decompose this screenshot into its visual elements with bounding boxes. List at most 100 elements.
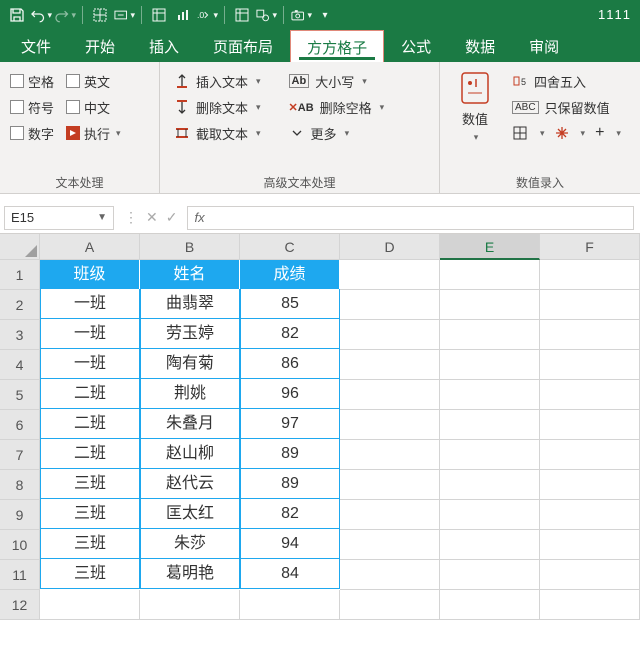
chart-icon[interactable] <box>172 4 194 26</box>
cell-B7[interactable]: 赵山柳 <box>140 439 240 469</box>
cell-C8[interactable]: 89 <box>240 469 340 499</box>
row-header-1[interactable]: 1 <box>0 260 40 290</box>
col-header-E[interactable]: E <box>440 234 540 260</box>
cell-C12[interactable] <box>240 590 340 620</box>
cmd-round[interactable]: 5 四舍五入 <box>508 68 625 94</box>
row-header-3[interactable]: 3 <box>0 320 40 350</box>
cell-C2[interactable]: 85 <box>240 289 340 319</box>
cell-B12[interactable] <box>140 590 240 620</box>
cell-D10[interactable] <box>340 530 440 560</box>
cell-B3[interactable]: 劳玉婷 <box>140 319 240 349</box>
decimal-icon[interactable]: .0▾ <box>196 4 218 26</box>
check-chinese[interactable]: 中文 <box>66 94 121 120</box>
col-header-F[interactable]: F <box>540 234 640 260</box>
format-table-icon[interactable] <box>148 4 170 26</box>
cell-A5[interactable]: 二班 <box>40 379 140 409</box>
cell-A3[interactable]: 一班 <box>40 319 140 349</box>
cmd-delete-space[interactable]: ✕AB 删除空格▾ <box>285 94 389 120</box>
cell-E4[interactable] <box>440 350 540 380</box>
asterisk-icon[interactable] <box>555 126 569 140</box>
btn-num-value[interactable]: 数值 ▾ <box>450 68 500 146</box>
tab-formulas[interactable]: 公式 <box>384 30 448 62</box>
cell-A4[interactable]: 一班 <box>40 349 140 379</box>
freeze-icon[interactable] <box>231 4 253 26</box>
dots-icon[interactable]: ⋮ <box>124 209 138 226</box>
cell-E6[interactable] <box>440 410 540 440</box>
cmd-cut-text[interactable]: 截取文本▾ <box>170 120 265 146</box>
row-header-6[interactable]: 6 <box>0 410 40 440</box>
cell-D3[interactable] <box>340 320 440 350</box>
cell-F11[interactable] <box>540 560 640 590</box>
cell-F3[interactable] <box>540 320 640 350</box>
col-header-A[interactable]: A <box>40 234 140 260</box>
redo-icon[interactable]: ▾ <box>54 4 76 26</box>
tab-file[interactable]: 文件 <box>4 30 68 62</box>
tab-pagelayout[interactable]: 页面布局 <box>196 30 290 62</box>
cell-A7[interactable]: 二班 <box>40 439 140 469</box>
cell-A10[interactable]: 三班 <box>40 529 140 559</box>
cell-C1[interactable]: 成绩 <box>240 260 340 290</box>
name-box[interactable]: E15 ▼ <box>4 206 114 230</box>
cell-D4[interactable] <box>340 350 440 380</box>
cell-C3[interactable]: 82 <box>240 319 340 349</box>
camera-icon[interactable]: ▾ <box>290 4 312 26</box>
merge-center-icon[interactable]: ▾ <box>113 4 135 26</box>
check-english[interactable]: 英文 <box>66 68 121 94</box>
cell-E9[interactable] <box>440 500 540 530</box>
cell-B9[interactable]: 匡太红 <box>140 499 240 529</box>
plus-icon[interactable]: + <box>595 124 604 142</box>
check-space[interactable]: 空格 <box>10 68 54 94</box>
cell-F8[interactable] <box>540 470 640 500</box>
tab-fanggezi[interactable]: 方方格子 <box>290 30 384 62</box>
row-header-11[interactable]: 11 <box>0 560 40 590</box>
cell-A2[interactable]: 一班 <box>40 289 140 319</box>
cell-C11[interactable]: 84 <box>240 559 340 589</box>
cmd-keep-num[interactable]: ABC 只保留数值 <box>508 94 625 120</box>
cell-B6[interactable]: 朱叠月 <box>140 409 240 439</box>
row-header-9[interactable]: 9 <box>0 500 40 530</box>
cell-E12[interactable] <box>440 590 540 620</box>
cell-E1[interactable] <box>440 260 540 290</box>
col-header-D[interactable]: D <box>340 234 440 260</box>
cell-F5[interactable] <box>540 380 640 410</box>
cell-D1[interactable] <box>340 260 440 290</box>
cell-D7[interactable] <box>340 440 440 470</box>
save-icon[interactable] <box>6 4 28 26</box>
formula-bar[interactable]: fx <box>187 206 634 230</box>
col-header-B[interactable]: B <box>140 234 240 260</box>
cmd-insert-text[interactable]: 插入文本▾ <box>170 68 265 94</box>
tab-data[interactable]: 数据 <box>448 30 512 62</box>
tab-home[interactable]: 开始 <box>68 30 132 62</box>
cell-D9[interactable] <box>340 500 440 530</box>
cell-B8[interactable]: 赵代云 <box>140 469 240 499</box>
select-all-corner[interactable] <box>0 234 40 260</box>
row-header-12[interactable]: 12 <box>0 590 40 620</box>
cell-B5[interactable]: 荆姚 <box>140 379 240 409</box>
cmd-misc-icons[interactable]: ▾ ▾ +▾ <box>508 120 625 146</box>
cell-D11[interactable] <box>340 560 440 590</box>
tab-review[interactable]: 审阅 <box>512 30 576 62</box>
cmd-case[interactable]: Ab 大小写▾ <box>285 68 389 94</box>
col-header-C[interactable]: C <box>240 234 340 260</box>
cell-E2[interactable] <box>440 290 540 320</box>
row-header-7[interactable]: 7 <box>0 440 40 470</box>
cell-A11[interactable]: 三班 <box>40 559 140 589</box>
cell-D12[interactable] <box>340 590 440 620</box>
cell-F6[interactable] <box>540 410 640 440</box>
undo-icon[interactable]: ▾ <box>30 4 52 26</box>
cell-E7[interactable] <box>440 440 540 470</box>
row-header-8[interactable]: 8 <box>0 470 40 500</box>
cell-D2[interactable] <box>340 290 440 320</box>
cell-B1[interactable]: 姓名 <box>140 260 240 290</box>
cmd-more[interactable]: 更多▾ <box>285 120 389 146</box>
cell-E3[interactable] <box>440 320 540 350</box>
cell-C5[interactable]: 96 <box>240 379 340 409</box>
check-number[interactable]: 数字 <box>10 120 54 146</box>
cell-C9[interactable]: 82 <box>240 499 340 529</box>
cell-F2[interactable] <box>540 290 640 320</box>
row-header-5[interactable]: 5 <box>0 380 40 410</box>
cmd-delete-text[interactable]: 删除文本▾ <box>170 94 265 120</box>
row-header-10[interactable]: 10 <box>0 530 40 560</box>
cell-F10[interactable] <box>540 530 640 560</box>
grid-icon[interactable] <box>512 125 528 141</box>
